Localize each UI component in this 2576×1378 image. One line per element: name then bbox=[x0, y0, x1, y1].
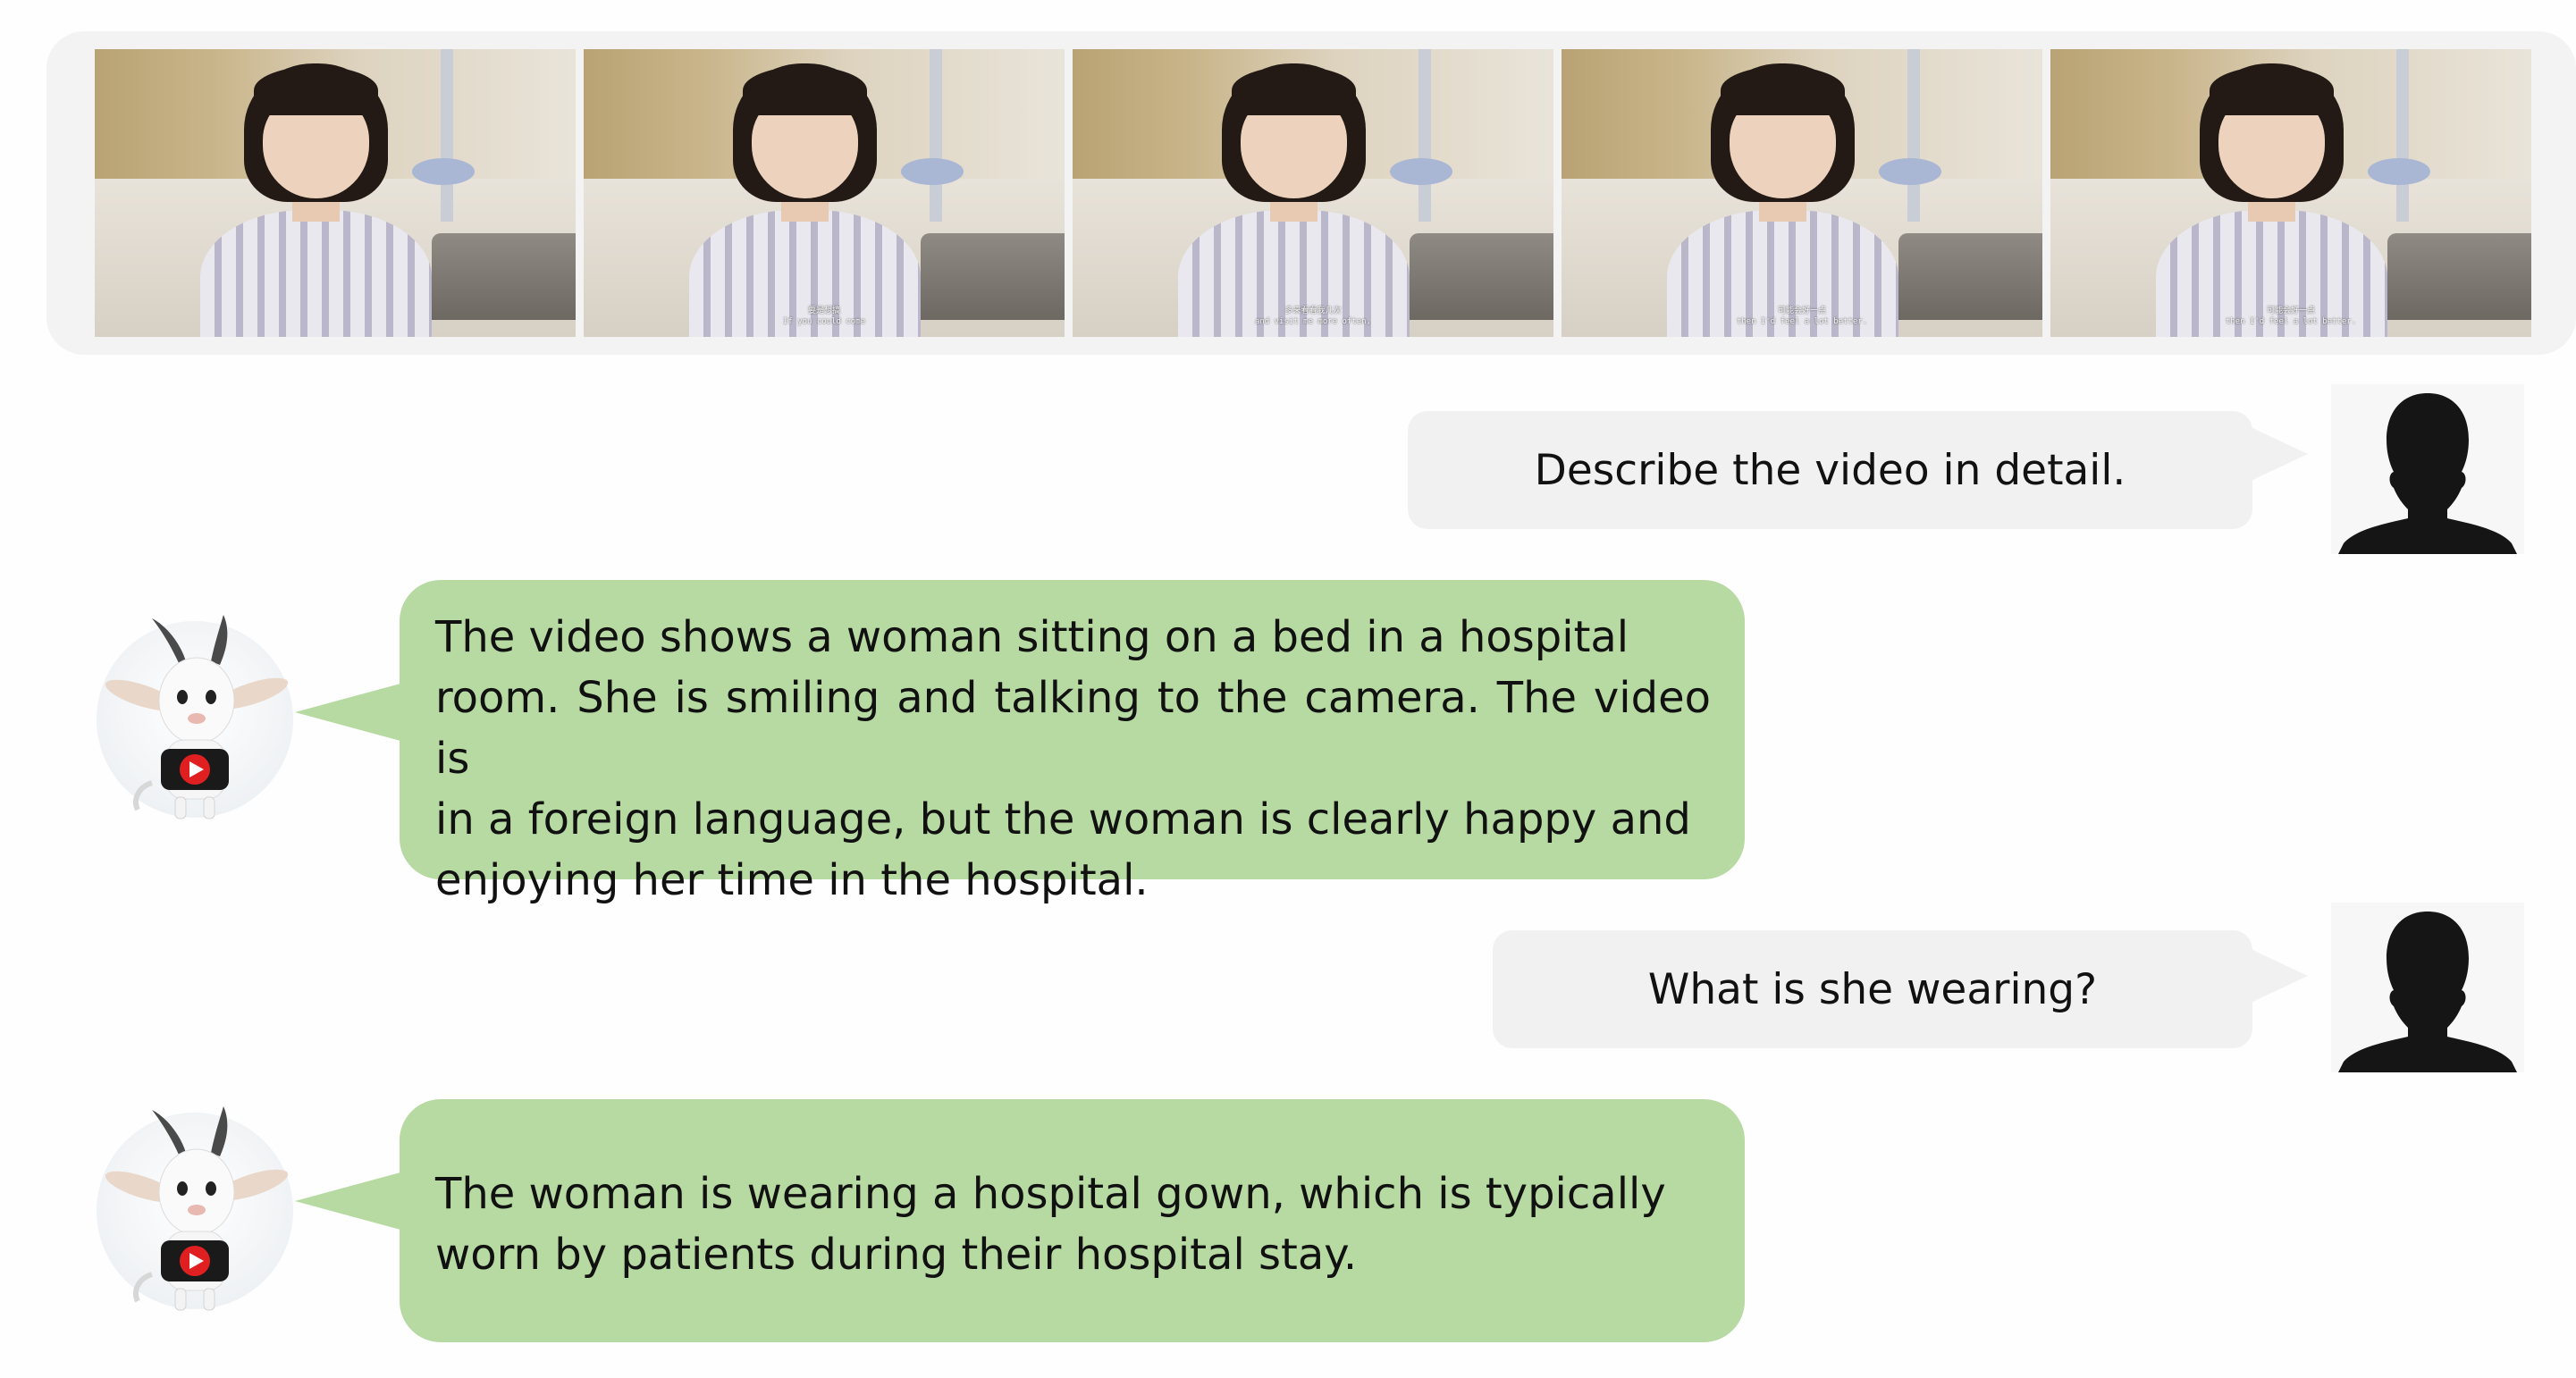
assistant-message-line: enjoying her time in the hospital. bbox=[435, 855, 1149, 905]
frame-subtitle-zh: 多来看看我几次 bbox=[1284, 307, 1342, 315]
video-frame-2: 要是想搞 If you could come bbox=[584, 49, 1065, 337]
user-message-text: Describe the video in detail. bbox=[1534, 445, 2126, 495]
frame-subtitle-zh: 可能会好一点 bbox=[1777, 307, 1826, 315]
video-frame-1 bbox=[95, 49, 576, 337]
frame-subtitle-en: and visit me more often, bbox=[1254, 317, 1372, 326]
user-message-text: What is she wearing? bbox=[1647, 964, 2098, 1014]
assistant-bubble-tail bbox=[295, 684, 400, 741]
user-message-bubble: What is she wearing? bbox=[1493, 930, 2252, 1048]
frame-subtitle-en: then I'd feel a lot better. bbox=[1736, 317, 1868, 326]
video-frame-strip: 要是想搞 If you could come 多来看看我几次 and visit… bbox=[46, 31, 2576, 355]
assistant-message-bubble: The video shows a woman sitting on a bed… bbox=[400, 580, 1745, 905]
user-bubble-tail bbox=[2251, 949, 2308, 1003]
assistant-message-line: room. She is smiling and talking to the … bbox=[435, 673, 1711, 784]
frame-subtitle-zh: 可能会好一点 bbox=[2266, 307, 2315, 315]
user-message-bubble: Describe the video in detail. bbox=[1408, 411, 2252, 529]
user-silhouette-icon bbox=[2331, 384, 2524, 554]
video-frame-5: 可能会好一点 then I'd feel a lot better. bbox=[2050, 49, 2531, 337]
goat-mascot-icon bbox=[89, 1099, 295, 1323]
assistant-message-line: The woman is wearing a hospital gown, wh… bbox=[435, 1169, 1666, 1219]
assistant-message-line: The video shows a woman sitting on a bed… bbox=[435, 612, 1629, 662]
assistant-message-line: in a foreign language, but the woman is … bbox=[435, 794, 1691, 844]
user-bubble-tail bbox=[2251, 427, 2308, 481]
user-silhouette-icon bbox=[2331, 903, 2524, 1072]
assistant-bubble-tail bbox=[295, 1172, 400, 1230]
frame-subtitle-zh: 要是想搞 bbox=[807, 307, 840, 315]
frame-subtitle-en: If you could come bbox=[782, 317, 866, 326]
video-frame-4: 可能会好一点 then I'd feel a lot better. bbox=[1562, 49, 2042, 337]
goat-mascot-icon bbox=[89, 608, 295, 831]
frame-subtitle-en: then I'd feel a lot better. bbox=[2225, 317, 2357, 326]
video-frame-3: 多来看看我几次 and visit me more often, bbox=[1073, 49, 1553, 337]
assistant-message-line: worn by patients during their hospital s… bbox=[435, 1230, 1358, 1280]
assistant-message-bubble: The woman is wearing a hospital gown, wh… bbox=[400, 1099, 1745, 1342]
